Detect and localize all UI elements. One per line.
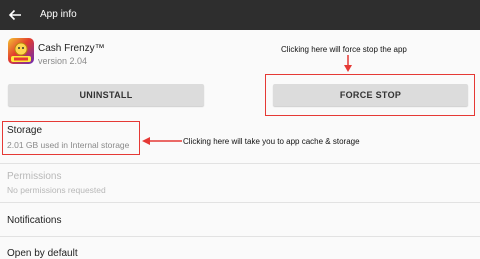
divider [0, 163, 480, 164]
app-icon [8, 38, 34, 64]
storage-highlight [2, 121, 140, 155]
divider [0, 236, 480, 237]
uninstall-button[interactable]: UNINSTALL [8, 84, 204, 106]
page-title: App info [40, 9, 77, 20]
force-stop-highlight [265, 74, 475, 116]
arrow-back-icon[interactable] [8, 8, 22, 22]
open-by-default-title: Open by default [7, 248, 78, 259]
app-name: Cash Frenzy™ [38, 43, 105, 54]
permissions-title: Permissions [7, 171, 62, 182]
divider [0, 202, 480, 203]
permissions-subtitle: No permissions requested [7, 185, 106, 195]
force-stop-annotation: Clicking here will force stop the app [281, 45, 407, 54]
app-version: version 2.04 [38, 56, 88, 66]
annotation-arrow-down-icon [344, 55, 352, 72]
app-bar: App info [0, 0, 480, 30]
annotation-arrow-left-icon [142, 137, 182, 145]
storage-annotation: Clicking here will take you to app cache… [183, 137, 360, 146]
notifications-title: Notifications [7, 215, 62, 226]
